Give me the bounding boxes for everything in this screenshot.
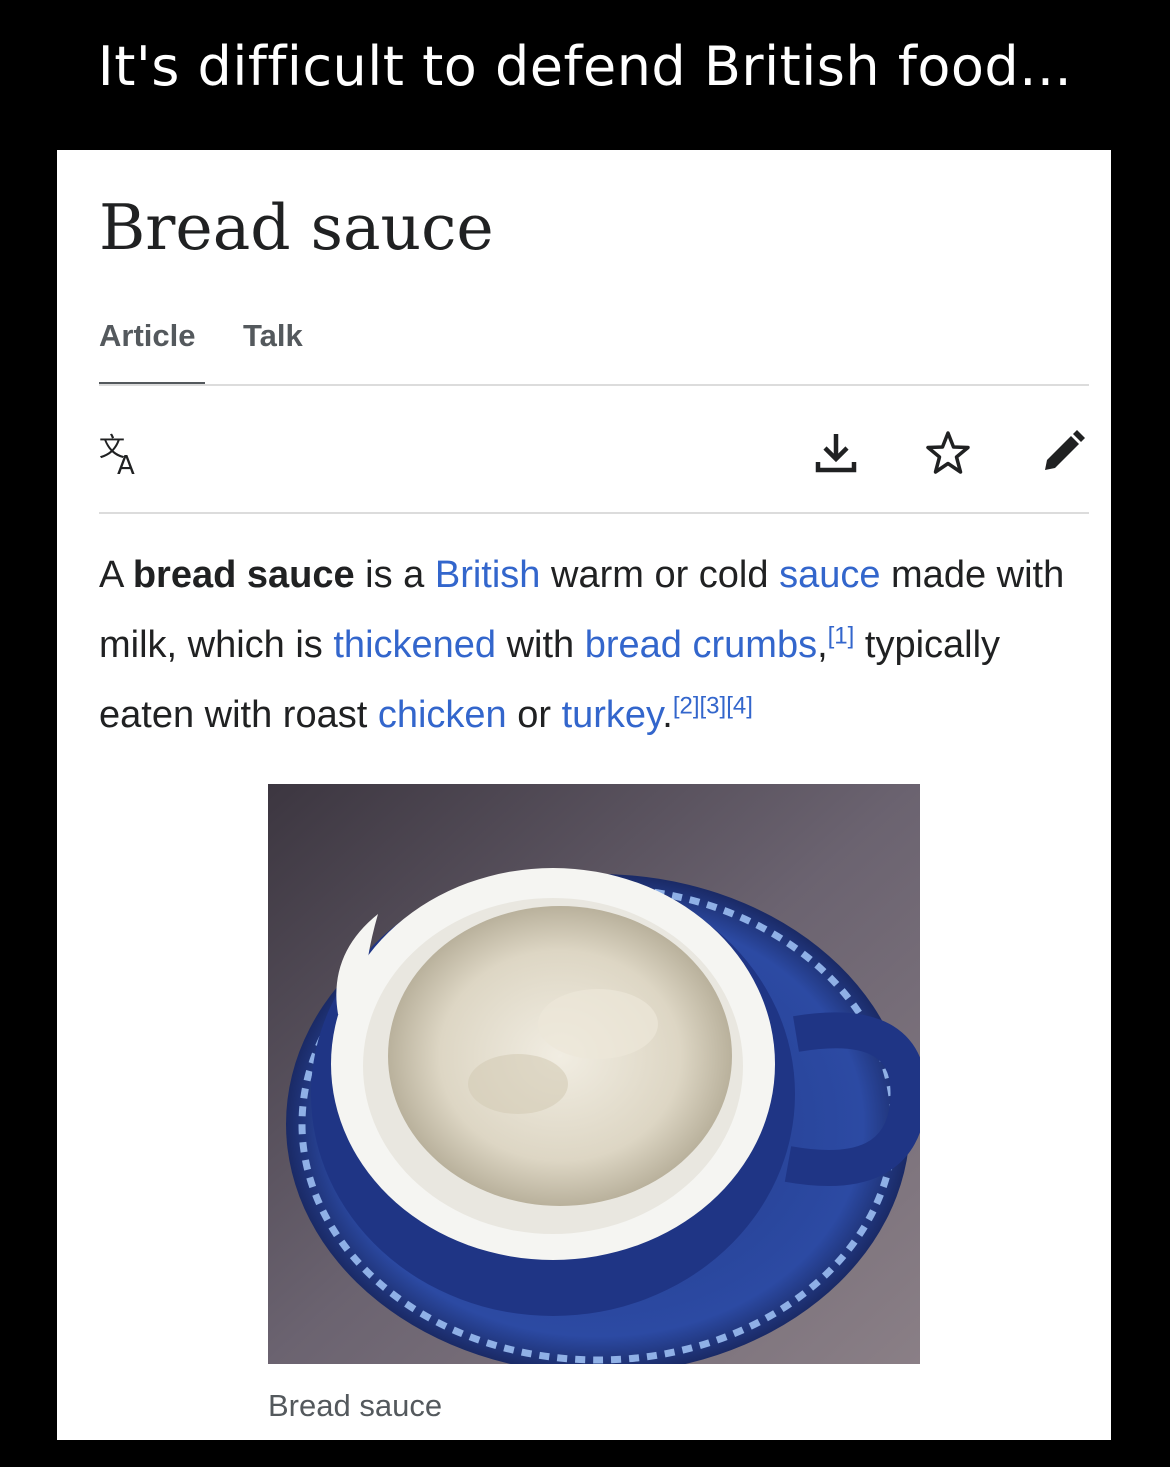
bread-sauce-image[interactable] [268,784,920,1364]
lead-text: or [506,694,562,736]
toolbar-divider [99,512,1089,514]
tabs-divider [99,384,1089,386]
tab-article[interactable]: Article [99,318,195,354]
link-chicken[interactable]: chicken [378,694,507,736]
link-turkey[interactable]: turkey [562,694,663,736]
lead-bold-term: bread sauce [132,554,355,596]
link-sauce[interactable]: sauce [779,554,880,596]
star-icon[interactable] [923,428,973,478]
lead-text: is a [354,554,435,596]
reference-2[interactable]: [2] [673,692,700,719]
wikipedia-article-card: Bread sauce Article Talk 文 A A bread sau… [57,150,1111,1440]
link-thickened[interactable]: thickened [333,624,496,666]
link-british[interactable]: British [435,554,541,596]
pencil-icon[interactable] [1037,428,1087,478]
lead-text: A [99,554,133,596]
svg-text:A: A [117,451,135,478]
page-title: Bread sauce [99,191,494,264]
reference-1[interactable]: [1] [828,622,855,649]
link-bread-crumbs[interactable]: bread crumbs [585,624,817,666]
lead-paragraph: A bread sauce is a British warm or cold … [99,540,1099,750]
meme-caption: It's difficult to defend British food... [97,35,1073,98]
reference-4[interactable]: [4] [726,692,753,719]
lead-text: . [662,694,673,736]
download-icon[interactable] [811,428,861,478]
lead-text: , [817,624,828,666]
image-caption: Bread sauce [268,1388,443,1423]
lead-text: warm or cold [540,554,780,596]
translate-icon[interactable]: 文 A [97,428,147,481]
tab-talk[interactable]: Talk [243,318,303,354]
lead-text: with [496,624,585,666]
reference-3[interactable]: [3] [700,692,727,719]
